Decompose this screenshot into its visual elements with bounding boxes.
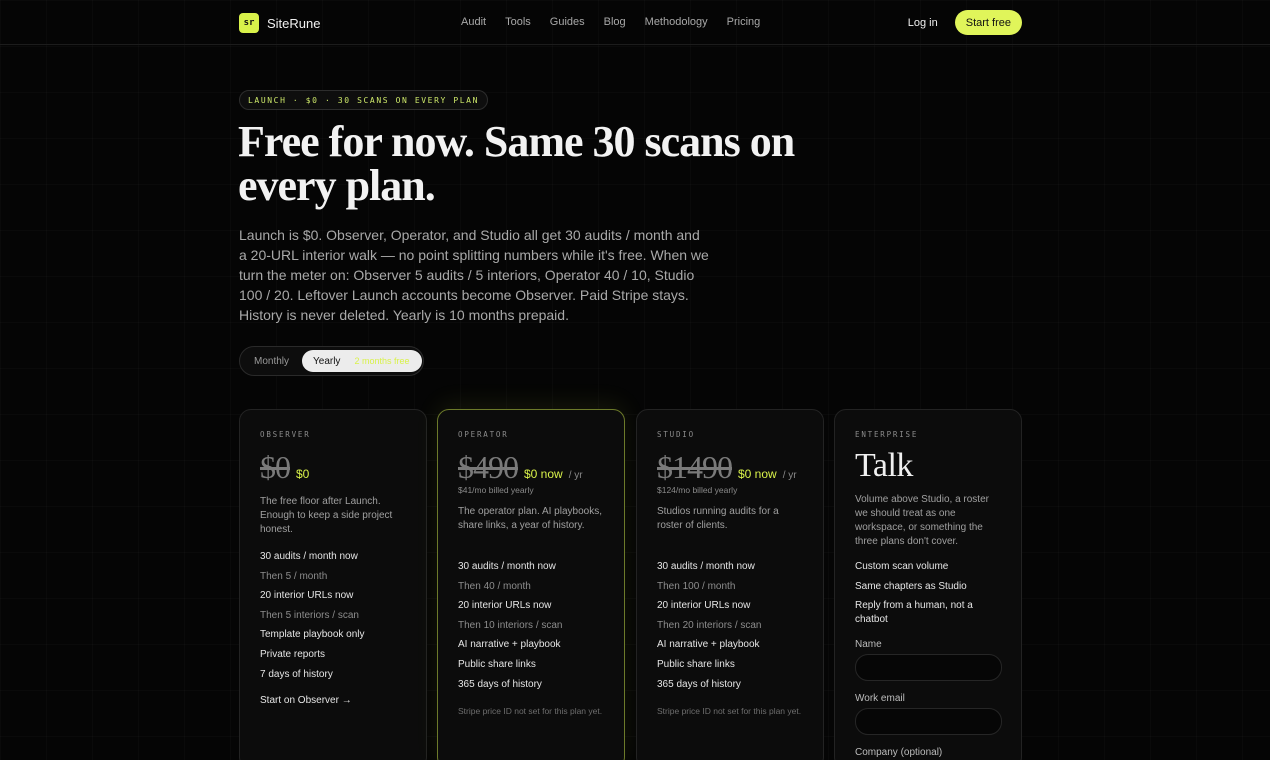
feature-item: AI narrative + playbook (657, 639, 760, 651)
feature-item: Template playbook only (260, 629, 365, 641)
plan-description: Volume above Studio, a roster we should … (855, 494, 989, 547)
price-period: / yr (782, 470, 797, 481)
top-nav: sr SiteRune Audit Tools Guides Blog Meth… (0, 0, 1270, 45)
toggle-monthly[interactable]: Monthly (254, 356, 289, 367)
plan-card-observer: OBSERVER $0 $0 The free floor after Laun… (239, 409, 427, 760)
feature-item: 20 interior URLs now (657, 600, 751, 612)
nav-links: Audit Tools Guides Blog Methodology Pric… (461, 16, 779, 28)
plan-card-studio: STUDIO $1490 $0 now / yr $124/mo billed … (636, 409, 824, 760)
feature-item: Then 100 / month (657, 580, 736, 592)
feature-list: 30 audits / month now Then 100 / month 2… (657, 557, 803, 694)
hero-lead: Launch is $0. Observer, Operator, and St… (239, 227, 709, 323)
price-row: $490 $0 now / yr (458, 449, 604, 485)
feature-item: 20 interior URLs now (458, 600, 552, 612)
feature-item: 365 days of history (458, 678, 542, 690)
name-input[interactable] (855, 654, 1002, 682)
feature-item: Then 40 / month (458, 580, 531, 592)
feature-list: 30 audits / month now Then 5 / month 20 … (260, 547, 406, 684)
plan-description: The free floor after Launch. Enough to k… (260, 496, 393, 535)
toggle-yearly-label: Yearly (313, 355, 341, 367)
plan-description: The operator plan. AI playbooks, share l… (458, 506, 602, 531)
company-label: Company (optional) (855, 747, 943, 759)
work-email-label: Work email (855, 693, 905, 705)
price-period: / yr (568, 470, 583, 481)
logo-icon: sr (239, 13, 259, 33)
brand-name: SiteRune (267, 15, 321, 31)
feature-list: 30 audits / month now Then 40 / month 20… (458, 557, 604, 694)
billed-note: $41/mo billed yearly (458, 485, 534, 495)
billed-note: $124/mo billed yearly (657, 485, 738, 495)
background-grid (0, 0, 1270, 760)
feature-item: Private reports (260, 648, 326, 660)
plan-label: OBSERVER (260, 430, 311, 439)
price-old: $0 (260, 449, 291, 485)
brand[interactable]: sr SiteRune (239, 13, 320, 33)
nav-link-blog[interactable]: Blog (604, 16, 626, 28)
stripe-note: Stripe price ID not set for this plan ye… (657, 706, 802, 717)
toggle-yearly[interactable]: Yearly 2 months free (302, 350, 422, 372)
price-row: $1490 $0 now / yr (657, 449, 803, 485)
enterprise-title: Talk (855, 447, 913, 484)
price-old: $490 (458, 449, 519, 485)
nav-link-audit[interactable]: Audit (461, 16, 486, 28)
price-now: $0 now (524, 467, 563, 481)
nav-link-methodology[interactable]: Methodology (645, 16, 708, 28)
price-now: $0 (296, 467, 310, 481)
plan-label: ENTERPRISE (855, 430, 919, 439)
start-free-button[interactable]: Start free (954, 10, 1022, 35)
feature-item: 30 audits / month now (657, 561, 755, 572)
plan-label: STUDIO (657, 430, 695, 439)
stripe-note: Stripe price ID not set for this plan ye… (458, 706, 603, 717)
page-title: Free for now. Same 30 scans on every pla… (238, 117, 795, 210)
feature-item: 20 interior URLs now (260, 590, 354, 602)
feature-item: Custom scan volume (855, 561, 949, 572)
feature-item: 365 days of history (657, 678, 741, 690)
feature-item: Same chapters as Studio (855, 580, 967, 592)
price-now: $0 now (738, 467, 777, 481)
plan-description: Studios running audits for a roster of c… (657, 506, 779, 531)
feature-item: Then 20 interiors / scan (657, 619, 762, 631)
price-old: $1490 (657, 449, 733, 485)
feature-item: 30 audits / month now (458, 561, 556, 572)
nav-link-guides[interactable]: Guides (550, 16, 585, 28)
price-row: $0 $0 (260, 449, 406, 485)
billing-toggle: Monthly Yearly 2 months free (239, 346, 424, 376)
work-email-input[interactable] (855, 708, 1002, 736)
feature-list: Custom scan volume Same chapters as Stud… (855, 557, 1001, 627)
nav-actions: Log in Start free (908, 10, 1022, 35)
plan-label: OPERATOR (458, 430, 509, 439)
login-link[interactable]: Log in (908, 17, 938, 29)
feature-item: 30 audits / month now (260, 551, 358, 562)
start-observer-link[interactable]: Start on Observer → (260, 695, 406, 706)
feature-item: AI narrative + playbook (458, 639, 561, 651)
feature-item: Public share links (657, 658, 735, 670)
feature-item: Then 10 interiors / scan (458, 619, 563, 631)
plan-card-operator: OPERATOR $490 $0 now / yr $41/mo billed … (437, 409, 625, 760)
feature-item: Then 5 / month (260, 570, 328, 582)
launch-pill: LAUNCH · $0 · 30 SCANS ON EVERY PLAN (239, 90, 488, 110)
name-label: Name (855, 639, 882, 651)
feature-item: Public share links (458, 658, 536, 670)
feature-item: Then 5 interiors / scan (260, 609, 359, 621)
yearly-discount-note: 2 months free (354, 356, 410, 366)
nav-link-pricing[interactable]: Pricing (727, 16, 761, 28)
feature-item: Reply from a human, not a chatbot (855, 600, 973, 626)
plan-card-enterprise: ENTERPRISE Talk Volume above Studio, a r… (834, 409, 1022, 760)
feature-item: 7 days of history (260, 668, 333, 680)
nav-link-tools[interactable]: Tools (505, 16, 531, 28)
